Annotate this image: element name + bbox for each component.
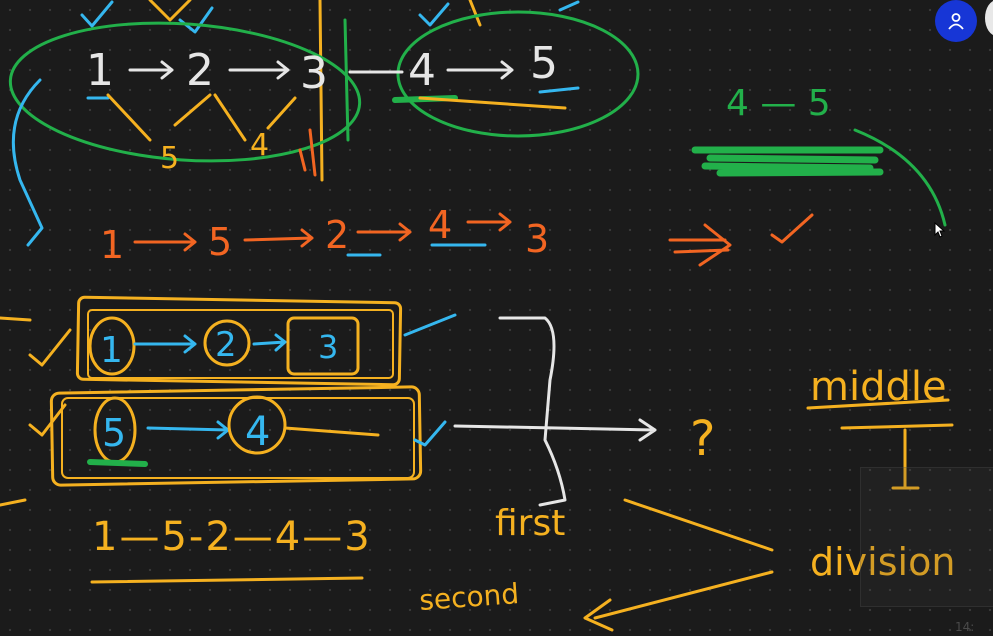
cyan-arc-left [11, 78, 44, 247]
under-label-5: 5 [160, 141, 179, 176]
label-second: second [418, 577, 520, 617]
merge-brace [498, 316, 567, 507]
split-lists: 1 2 3 5 4 ? 1—5-2—4—3 [0, 295, 715, 584]
box-first-node-2: 2 [215, 325, 237, 365]
box-second-node-4: 4 [245, 409, 270, 455]
user-icon [948, 13, 964, 30]
avatar-button[interactable] [935, 0, 977, 42]
timecode: 14: [955, 620, 975, 634]
merged-result: 1—5-2—4—3 [92, 514, 372, 560]
under-label-4: 4 [250, 128, 269, 163]
box-first-node-3: 3 [318, 328, 338, 366]
orange-linked-list: 1 5 2 4 3 [100, 203, 814, 267]
node-3: 3 [300, 48, 328, 99]
green-note: 4 — 5 [691, 83, 947, 227]
node-1: 1 [86, 45, 114, 96]
orange-node-2: 2 [325, 213, 349, 257]
box-first-node-1: 1 [100, 330, 123, 371]
whiteboard-canvas: 1 2 3 4 5 5 4 4 — 5 1 5 2 4 3 1 2 3 5 4 … [0, 0, 955, 632]
node-5: 5 [530, 38, 558, 89]
top-checkmarks [80, 0, 580, 182]
box-second-node-5: 5 [102, 411, 126, 455]
mouse-pointer-icon [934, 222, 946, 238]
node-4: 4 [408, 45, 436, 96]
green-note-text: 4 — 5 [726, 83, 831, 124]
implies-arrow [668, 223, 732, 267]
orange-node-3: 3 [525, 217, 549, 261]
green-circle-left-tail [343, 18, 350, 142]
label-first: first [495, 503, 565, 544]
orange-node-5: 5 [208, 220, 232, 264]
orange-node-4: 4 [428, 203, 452, 247]
video-overlay-panel [860, 467, 993, 607]
question-mark: ? [690, 411, 715, 467]
orange-node-1: 1 [100, 223, 124, 267]
node-2: 2 [186, 45, 214, 96]
orange-checkmark [770, 213, 814, 244]
